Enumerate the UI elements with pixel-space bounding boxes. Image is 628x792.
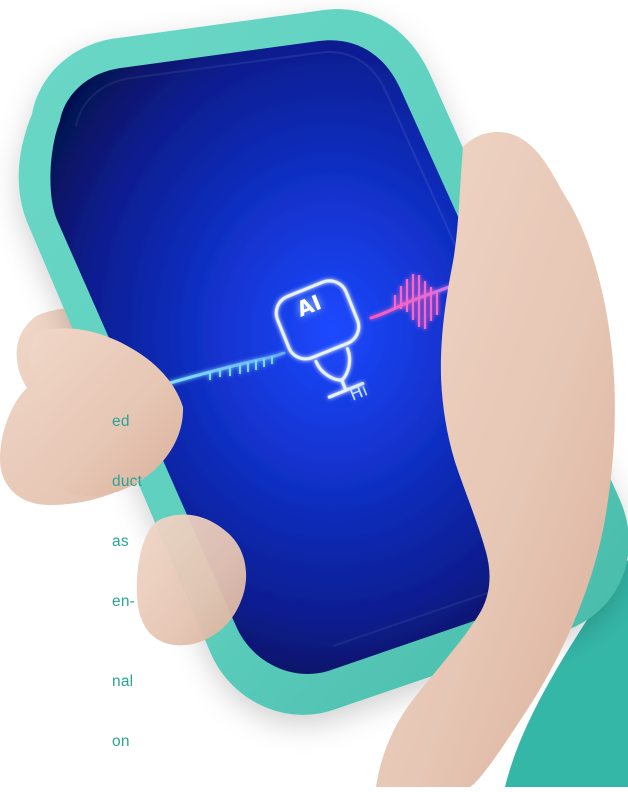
scene bbox=[0, 0, 628, 787]
